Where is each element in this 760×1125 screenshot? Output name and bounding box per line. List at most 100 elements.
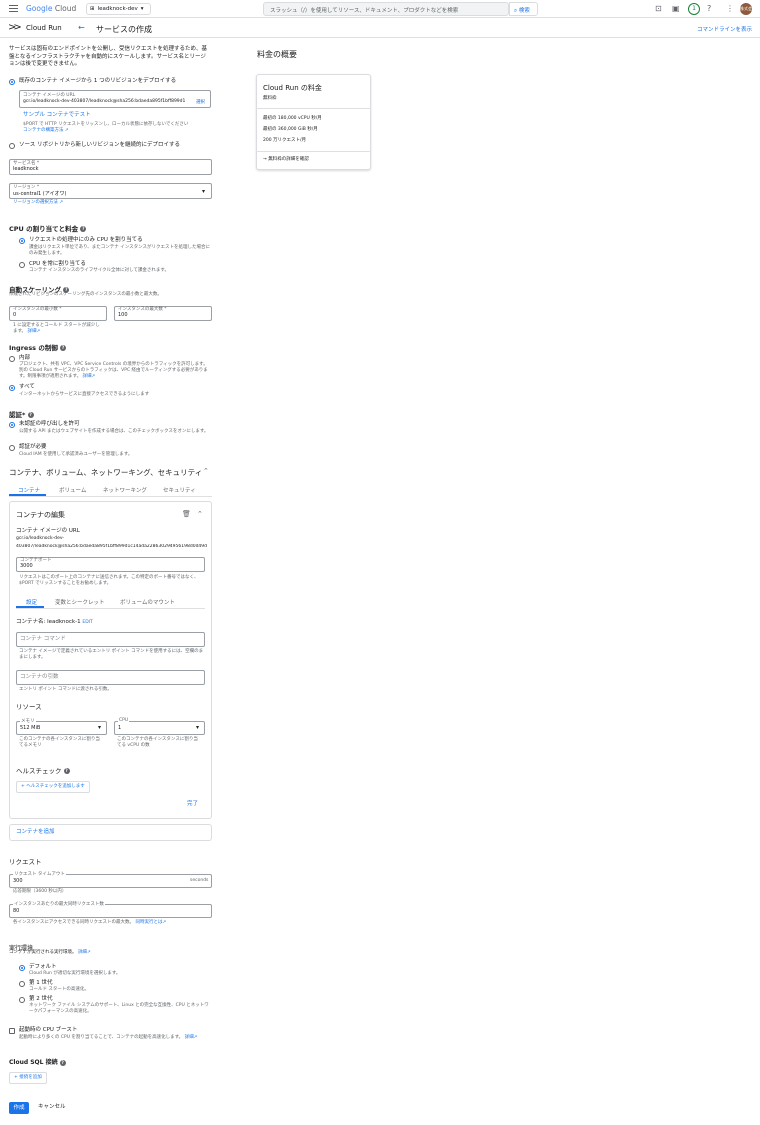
subtab-divider [16,608,205,609]
cancel-button[interactable]: キャンセル [38,1104,66,1112]
tab-security[interactable]: セキュリティ [163,486,196,494]
help-icon[interactable]: ? [63,768,70,774]
help-icon[interactable]: ? [60,345,67,351]
cpu-boost-link[interactable]: 詳細 [185,1035,194,1040]
help-icon[interactable]: ? [59,1059,66,1066]
exec-gen1-radio[interactable] [19,981,25,987]
external-link-icon: ↗ [193,1035,198,1040]
select-image-button[interactable]: 選択 [196,99,205,105]
cpu-select[interactable] [114,721,205,735]
service-name-value: leadknock [13,166,39,172]
cloudsql-title-text: Cloud SQL 接続 [9,1059,58,1066]
request-timeout-label: リクエスト タイムアウト [13,871,66,877]
pricing-link-label: 無料枠の詳細を確認 [268,157,309,162]
help-icon[interactable]: ? [80,226,87,232]
pricing-line-2: 最初の 360,000 GiB 秒/月 [263,127,318,132]
ingress-internal-link[interactable]: 詳細 [83,374,92,379]
search-input[interactable]: スラッシュ（/）を使用してリソース、ドキュメント、プロダクトなどを検索 [263,2,509,16]
subtab-settings[interactable]: 設定 [26,598,37,606]
gift-icon[interactable]: ⊡ [655,4,662,14]
sample-container-link[interactable]: サンプル コンテナでテスト [23,112,91,120]
region-link-label: リージョンの選択方法 [13,200,58,205]
notification-badge[interactable]: 1 [688,3,700,15]
external-link-icon: ↗ [57,200,64,205]
concurrency-hint: 各インスタンスにアクセスできる同時リクエストの最大数。 同時実行とは↗ [13,920,166,926]
add-connection-button[interactable]: + 接続を追加 [9,1072,47,1084]
cpu-boost-checkbox[interactable] [9,1028,15,1034]
help-icon[interactable]: ? [27,412,34,418]
requests-title: リクエスト [9,858,42,866]
tab-networking[interactable]: ネットワーキング [103,486,147,494]
done-button[interactable]: 完了 [187,801,198,809]
help-icon[interactable]: ? [707,4,711,14]
build-container-link[interactable]: コンテナの構築方法 ↗ [23,128,69,134]
cpu-always-desc: コンテナ インスタンスのライフサイクル全体に対して課金されます。 [29,268,169,273]
request-timeout-suffix: seconds [190,878,209,883]
min-hint-link[interactable]: 詳細 [28,329,37,334]
subtab-volume-mounts[interactable]: ボリュームのマウント [120,598,175,606]
edit-container-name-button[interactable]: EDIT [82,620,92,625]
subtab-variables[interactable]: 変数とシークレット [55,598,105,606]
auth-allow-radio[interactable] [9,422,15,428]
project-selector[interactable]: ⊞ leadknock-dev ▾ [86,3,151,15]
auth-require-radio[interactable] [9,445,15,451]
cpu-always-radio[interactable] [19,262,25,268]
container-edit-title: コンテナの編集 [16,511,65,519]
search-button[interactable]: ⌕ 検索 [509,2,538,16]
collapse-section-icon[interactable]: ⌃ [203,467,209,475]
product-name: Cloud Run [26,24,62,32]
pricing-line-1: 最初の 180,000 vCPU 秒/月 [263,116,322,121]
region-help-link[interactable]: リージョンの選択方法 ↗ [13,200,63,206]
pricing-title: 料金の概要 [257,50,297,59]
autoscaling-desc: 作成されたリビジョンのスケーリング先のインスタンスの最小数と最大数。 [9,292,162,297]
container-image-url-line1: gcr.io/leadknock-dev- [16,536,65,541]
avatar[interactable]: 株式会社 [740,3,752,23]
brand-cloud: Cloud [54,4,77,13]
more-vert-icon[interactable]: ⋮ [726,4,734,14]
chevron-down-icon: ▾ [140,6,144,12]
execution-desc-link[interactable]: 詳細 [78,950,87,955]
tab-divider [9,496,212,497]
service-name-field[interactable] [9,159,212,175]
create-button[interactable]: 作成 [9,1102,29,1114]
cpu-request-radio[interactable] [19,238,25,244]
ingress-internal-radio[interactable] [9,356,15,362]
deploy-existing-radio[interactable] [9,79,15,85]
cloud-shell-icon[interactable]: ▣ [672,4,680,14]
auth-title-text: 認証* [9,411,26,419]
delete-icon[interactable]: 🗑 [182,510,191,518]
pricing-divider [256,108,371,109]
concurrency-link[interactable]: 同時実行とは [135,920,162,925]
auth-allow-desc: 公開する API またはウェブサイトを作成する場合は、このチェックボックスをオン… [19,429,209,434]
pricing-details-link[interactable]: → 無料枠の詳細を確認 [263,157,309,163]
add-health-check-button[interactable]: + ヘルスチェックを追加します [16,781,90,793]
pricing-card-title: Cloud Run の料金 [263,84,322,92]
chevron-down-icon: ▾ [98,724,102,731]
tab-container[interactable]: コンテナ [18,486,40,494]
pricing-line-3: 200 万リクエスト/月 [263,138,307,143]
main-menu-icon[interactable] [9,5,18,12]
ingress-all-radio[interactable] [9,385,15,391]
request-timeout-value: 300 [13,878,23,884]
add-health-check-label: ヘルスチェックを追加します [26,784,85,789]
tab-volumes[interactable]: ボリューム [59,486,86,494]
add-container-button[interactable]: コンテナを追加 [16,829,55,837]
brand-google: Google [26,4,53,13]
search-icon: ⌕ [514,8,518,14]
exec-gen1-desc: コールド スタートの高速化。 [29,987,89,992]
back-arrow-icon[interactable]: ← [78,23,85,32]
collapse-container-icon[interactable]: ⌃ [197,510,203,518]
deploy-source-radio[interactable] [9,143,15,149]
chevron-down-icon: ▾ [196,724,200,731]
container-command-placeholder: コンテナ コマンド [20,636,66,642]
ingress-all-label: すべて [19,384,35,390]
auth-require-desc: Cloud IAM を使用して承認済みユーザーを管理します。 [19,452,133,457]
command-line-link[interactable]: コマンドラインを表示 [697,25,752,33]
health-check-title: ヘルスチェック ? [16,765,70,775]
exec-default-radio[interactable] [19,965,25,971]
cloudsql-title: Cloud SQL 接続 ? [9,1057,66,1066]
google-cloud-logo[interactable]: Google Cloud [26,4,76,13]
ingress-title-text: Ingress の制御 [9,344,58,352]
exec-gen2-radio[interactable] [19,997,25,1003]
container-name-label: コンテナ名: leadknock-1 EDIT [16,619,93,627]
